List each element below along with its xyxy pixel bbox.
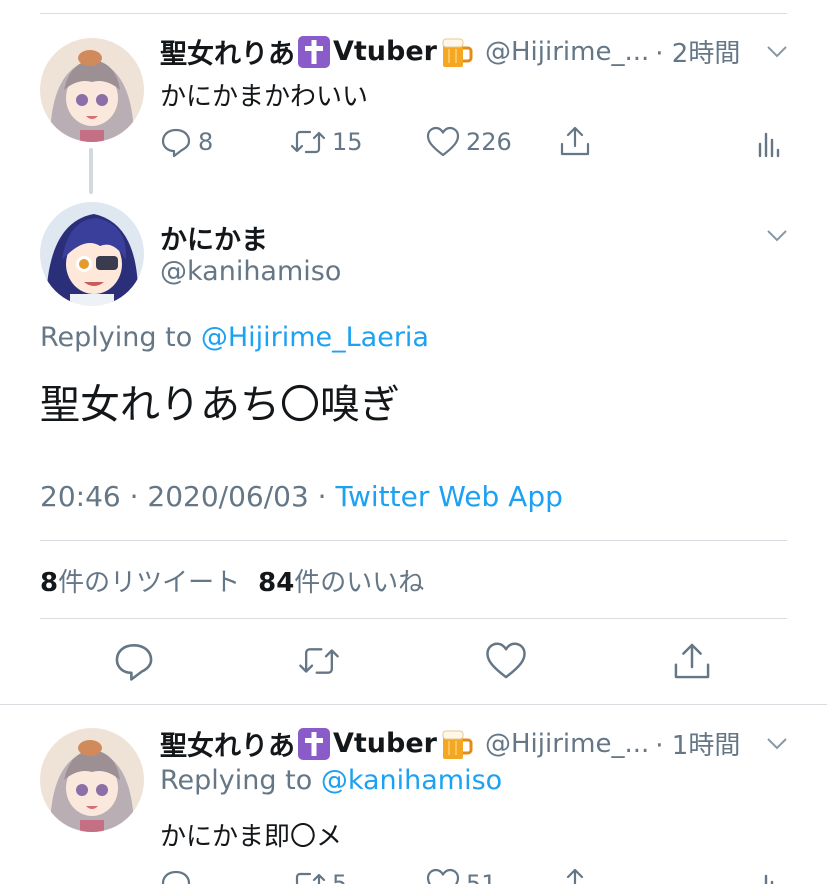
retweet-stat[interactable]: 8件のリツイート	[40, 562, 240, 599]
share-icon	[558, 124, 592, 158]
chevron-down-icon[interactable]	[764, 222, 790, 248]
like-icon[interactable]	[485, 640, 527, 682]
retweet-icon[interactable]	[298, 640, 340, 682]
main-actions	[0, 640, 827, 686]
chevron-down-icon[interactable]	[764, 38, 790, 64]
tweet3-name-suffix[interactable]: Vtuber	[333, 728, 437, 759]
retweet-icon	[290, 868, 326, 884]
reply-button[interactable]	[160, 868, 192, 884]
avatar-kanikama[interactable]	[40, 202, 144, 306]
cross-emoji-icon	[297, 727, 331, 761]
analytics-button[interactable]	[756, 868, 782, 884]
beer-emoji-icon	[439, 35, 473, 69]
share-icon[interactable]	[671, 640, 713, 682]
main-tweet-text: 聖女れりあち〇嗅ぎ	[40, 382, 400, 428]
replying-mention-link[interactable]: @kanihamiso	[321, 765, 502, 796]
reply-button[interactable]: 8	[160, 126, 213, 158]
tweet1-time[interactable]: · 2時間	[655, 33, 740, 70]
cross-emoji-icon	[297, 35, 331, 69]
like-stat[interactable]: 84件のいいね	[258, 562, 424, 599]
tweet1-handle[interactable]: @Hijirime_...	[485, 37, 649, 67]
avatar-hijirime[interactable]	[40, 38, 144, 142]
tweet3-header: 聖女れりあ Vtuber @Hijirime_... · 1時間	[160, 724, 790, 763]
divider	[0, 704, 827, 705]
share-button[interactable]	[558, 124, 592, 158]
divider	[40, 618, 787, 619]
analytics-icon	[756, 126, 782, 158]
beer-emoji-icon	[439, 727, 473, 761]
like-button[interactable]: 51	[426, 868, 497, 884]
retweet-count: 5	[332, 870, 348, 884]
reply-icon	[160, 868, 192, 884]
chevron-down-icon[interactable]	[764, 730, 790, 756]
tweet1-text: かにかまかわいい	[160, 82, 369, 112]
reply-icon	[160, 126, 192, 158]
main-timestamp[interactable]: 20:46 · 2020/06/03 ·	[40, 480, 327, 513]
tweet1-actions: 8 15 226	[160, 124, 790, 164]
like-count: 226	[466, 128, 512, 156]
share-button[interactable]	[558, 866, 592, 884]
retweet-icon	[290, 126, 326, 158]
main-stats: 8件のリツイート 84件のいいね	[40, 562, 424, 599]
tweet3-time[interactable]: · 1時間	[655, 725, 740, 762]
top-divider	[40, 13, 787, 14]
retweet-button[interactable]: 5	[290, 868, 347, 884]
thread-connector	[89, 148, 93, 194]
retweet-stat-count: 8	[40, 568, 59, 598]
like-count: 51	[466, 870, 497, 884]
tweet3-actions: 5 51	[160, 866, 790, 884]
retweet-stat-label: 件のリツイート	[58, 568, 241, 598]
main-replying-to: Replying to @Hijirime_Laeria	[40, 322, 429, 353]
like-button[interactable]: 226	[426, 126, 512, 158]
like-icon	[426, 126, 460, 158]
divider	[40, 540, 787, 541]
tweet3-handle[interactable]: @Hijirime_...	[485, 729, 649, 759]
main-display-name[interactable]: かにかま	[160, 218, 268, 257]
retweet-count: 15	[332, 128, 363, 156]
retweet-button[interactable]: 15	[290, 126, 363, 158]
like-stat-count: 84	[258, 568, 295, 598]
tweet1-header: 聖女れりあ Vtuber @Hijirime_... · 2時間	[160, 32, 790, 71]
main-meta: 20:46 · 2020/06/03 · Twitter Web App	[40, 480, 563, 513]
main-source-link[interactable]: Twitter Web App	[335, 480, 562, 513]
like-stat-label: 件のいいね	[294, 568, 425, 598]
tweet3-replying-to: Replying to @kanihamiso	[160, 765, 502, 796]
tweet1-name-suffix[interactable]: Vtuber	[333, 36, 437, 67]
tweet3-text: かにかま即〇メ	[160, 822, 343, 852]
share-icon	[558, 866, 592, 884]
analytics-icon	[756, 868, 782, 884]
main-handle[interactable]: @kanihamiso	[160, 256, 341, 287]
avatar-hijirime[interactable]	[40, 728, 144, 832]
replying-mention-link[interactable]: @Hijirime_Laeria	[201, 322, 429, 353]
analytics-button[interactable]	[756, 126, 782, 158]
replying-prefix: Replying to	[160, 765, 313, 796]
reply-icon[interactable]	[113, 640, 155, 682]
tweet3-display-name[interactable]: 聖女れりあ	[160, 724, 295, 763]
replying-prefix: Replying to	[40, 322, 193, 353]
tweet1-display-name[interactable]: 聖女れりあ	[160, 32, 295, 71]
reply-count: 8	[198, 128, 214, 156]
like-icon	[426, 868, 460, 884]
